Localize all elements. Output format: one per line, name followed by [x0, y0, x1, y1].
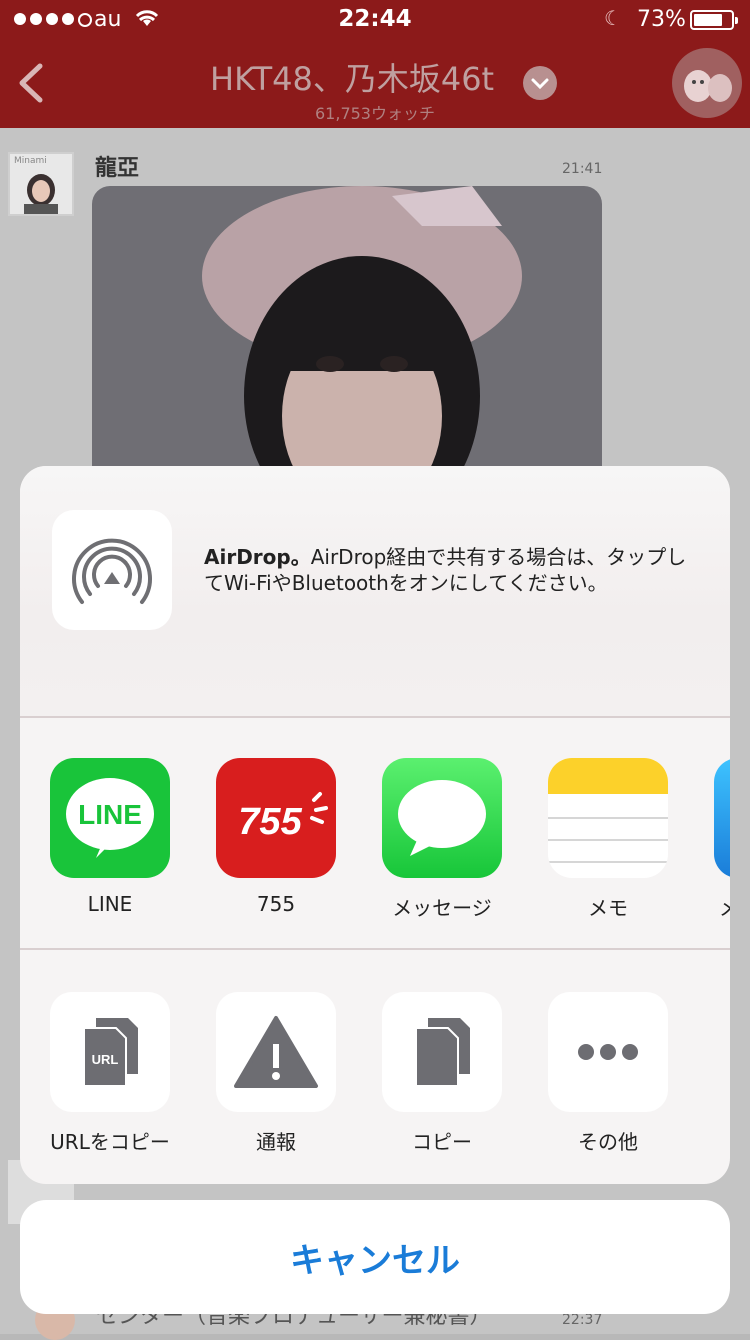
airdrop-row[interactable]: AirDrop。AirDrop経由で共有する場合は、タップしてWi-FiやBlu… [20, 466, 730, 716]
share-app-label: メッセージ [392, 896, 492, 920]
sender-name: 龍亞 [95, 156, 140, 181]
action-report[interactable]: 通報 [201, 992, 351, 1155]
message-time: 21:41 [562, 161, 603, 177]
share-app-label: LINE [87, 892, 133, 916]
action-label: 通報 [256, 1130, 296, 1154]
watch-count: 61,753ウォッチ [315, 104, 435, 123]
action-label: URLをコピー [50, 1130, 170, 1154]
action-copy-url[interactable]: URL URLをコピー [35, 992, 185, 1155]
share-app-line[interactable]: LINE LINE [45, 758, 175, 916]
page-title: HKT48、乃木坂46t [210, 60, 495, 98]
messages-icon [382, 758, 502, 878]
message-time-2: 22:37 [562, 1312, 603, 1328]
app-755-icon: 755 [216, 758, 336, 878]
action-label: コピー [412, 1130, 472, 1154]
action-copy[interactable]: コピー [367, 992, 517, 1155]
share-app-notes[interactable]: メモ [543, 758, 673, 921]
line-icon-text: LINE [78, 799, 142, 830]
airdrop-icon[interactable] [52, 510, 172, 630]
airdrop-title: AirDrop。 [204, 545, 311, 569]
notes-icon [548, 758, 668, 878]
share-app-label: 755 [256, 892, 296, 916]
message-photo[interactable] [92, 186, 602, 486]
copy-url-icon-text: URL [92, 1052, 119, 1067]
battery-icon [690, 10, 738, 30]
cancel-button[interactable]: キャンセル [20, 1200, 730, 1314]
share-app-mail[interactable]: メ [709, 758, 730, 921]
report-icon [216, 992, 336, 1112]
profile-avatar-icon[interactable] [672, 48, 742, 118]
status-bar: au 22:44 ☾ 73% [0, 0, 750, 40]
battery-percent: 73% [637, 7, 686, 32]
more-icon [548, 992, 668, 1112]
share-apps-row: LINE LINE 755 755 メッセージ メモ メ [20, 718, 730, 948]
copy-icon [382, 992, 502, 1112]
action-label: その他 [578, 1130, 638, 1154]
sender-avatar[interactable]: Minami [8, 152, 74, 216]
cancel-label: キャンセル [290, 1240, 460, 1281]
line-icon: LINE [50, 758, 170, 878]
do-not-disturb-icon: ☾ [604, 6, 622, 30]
action-more[interactable]: その他 [533, 992, 683, 1155]
share-app-label: メモ [588, 896, 628, 920]
share-sheet: AirDrop。AirDrop経由で共有する場合は、タップしてWi-FiやBlu… [20, 466, 730, 1184]
app-755-icon-text: 755 [238, 801, 302, 843]
chevron-down-icon[interactable] [523, 66, 557, 100]
share-app-755[interactable]: 755 755 [211, 758, 341, 916]
copy-url-icon: URL [50, 992, 170, 1112]
nav-bar: au 22:44 ☾ 73% HKT48、乃木坂46t 61,753ウォッチ [0, 0, 750, 128]
share-actions-row: URL URLをコピー 通報 コピー その他 [20, 950, 730, 1184]
airdrop-description: AirDrop。AirDrop経由で共有する場合は、タップしてWi-FiやBlu… [204, 544, 704, 596]
mail-icon [714, 758, 730, 878]
share-app-label: メ [719, 896, 730, 920]
share-app-messages[interactable]: メッセージ [377, 758, 507, 921]
